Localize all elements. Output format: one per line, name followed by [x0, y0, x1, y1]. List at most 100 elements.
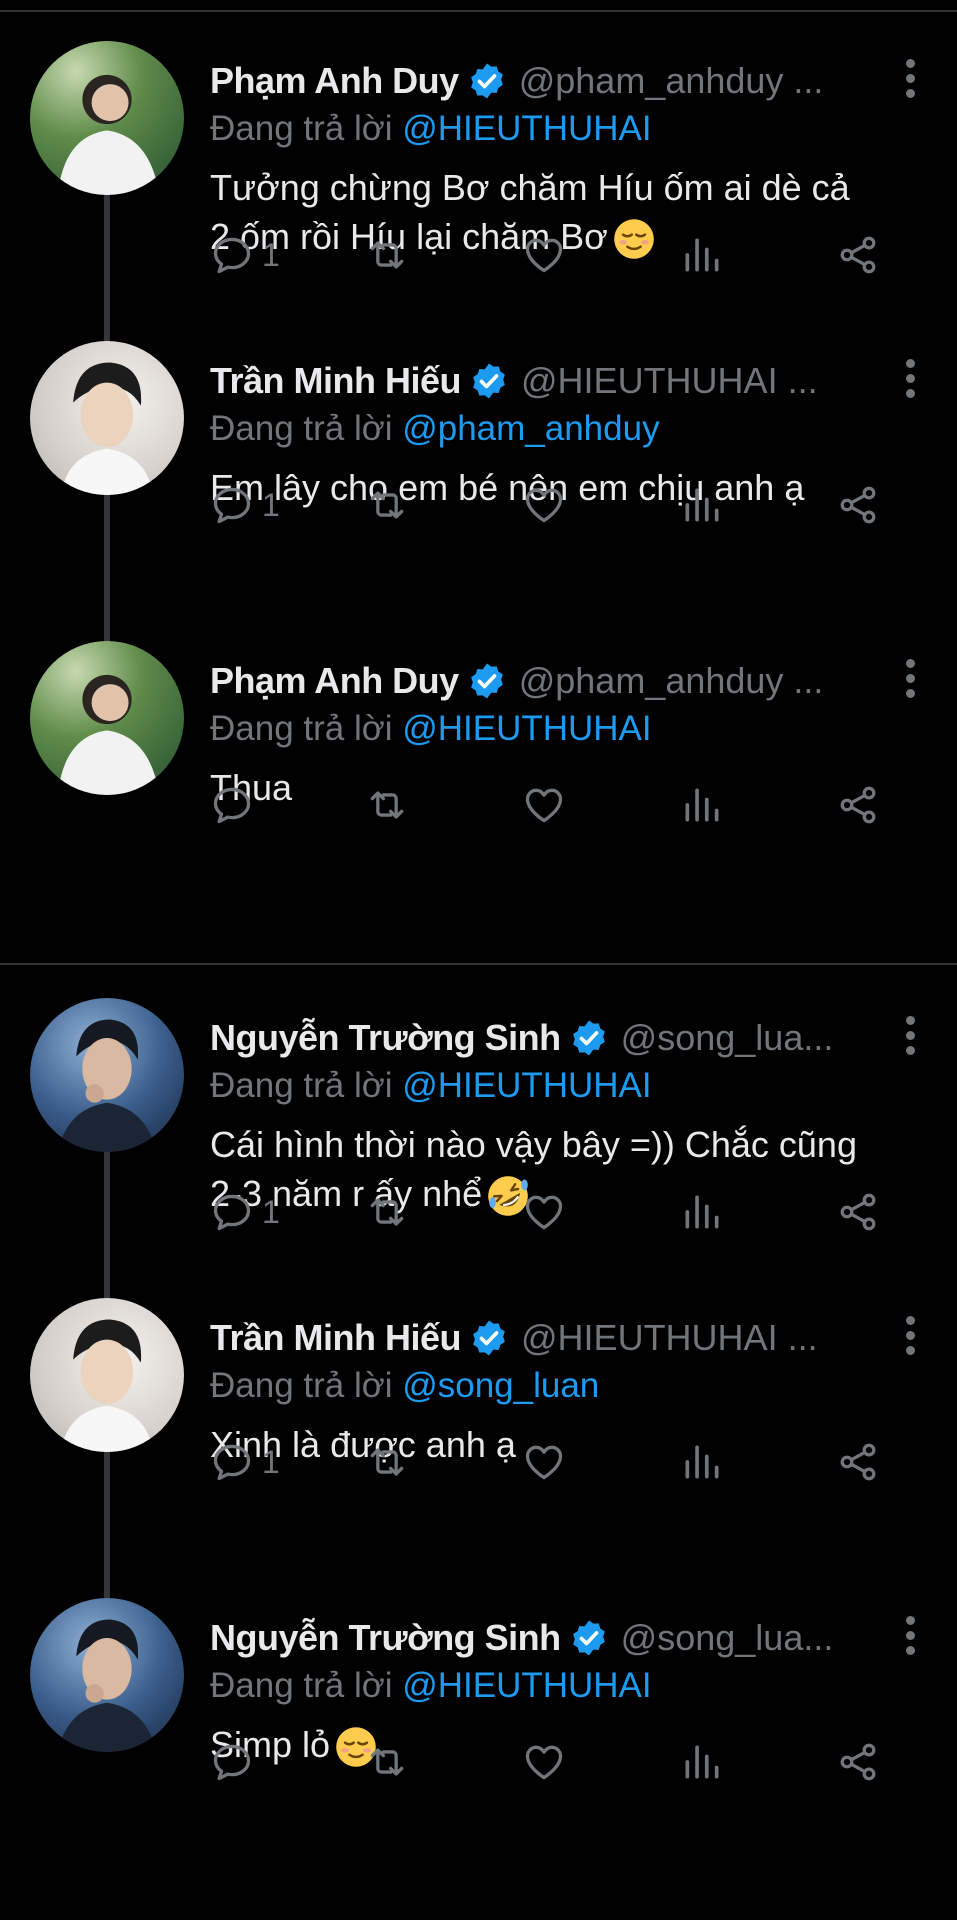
- tweet[interactable]: Phạm Anh Duy @pham_anhduy ... Đang trả l…: [0, 15, 957, 315]
- share-button[interactable]: [836, 1182, 880, 1242]
- avatar[interactable]: [30, 341, 184, 495]
- tweet-text-line: Cái hình thời nào vậy bây =)) Chắc cũng: [210, 1124, 857, 1165]
- verified-badge-icon: [473, 1320, 505, 1356]
- share-button[interactable]: [836, 1432, 880, 1492]
- analytics-button[interactable]: [680, 225, 724, 285]
- tweet[interactable]: Trần Minh Hiếu @HIEUTHUHAI ... Đang trả …: [0, 1272, 957, 1572]
- verified-badge-icon: [572, 1020, 605, 1056]
- bar-chart-icon: [685, 1745, 719, 1779]
- replying-to-prefix: Đang trả lời: [210, 409, 403, 448]
- like-button[interactable]: [522, 225, 566, 285]
- retweet-icon: [370, 791, 404, 819]
- retweet-button[interactable]: [365, 1182, 409, 1242]
- tweet[interactable]: Nguyễn Trường Sinh @song_lua... Đang trả…: [0, 972, 957, 1272]
- avatar[interactable]: [30, 1298, 184, 1452]
- replying-to-prefix: Đang trả lời: [210, 109, 403, 148]
- like-button[interactable]: [522, 1182, 566, 1242]
- avatar[interactable]: [30, 998, 184, 1152]
- replying-to-prefix: Đang trả lời: [210, 1366, 403, 1405]
- author-name[interactable]: Trần Minh Hiếu: [210, 360, 462, 402]
- reply-button[interactable]: 1: [210, 1432, 280, 1492]
- bar-chart-icon: [685, 788, 719, 822]
- more-options-icon[interactable]: [903, 659, 917, 703]
- analytics-button[interactable]: [680, 475, 724, 535]
- like-button[interactable]: [522, 1732, 566, 1792]
- tweet-actions: [210, 1732, 910, 1792]
- reply-icon: [213, 1194, 251, 1231]
- retweet-button[interactable]: [365, 475, 409, 535]
- analytics-button[interactable]: [680, 775, 724, 835]
- analytics-button[interactable]: [680, 1732, 724, 1792]
- bar-chart-icon: [685, 238, 719, 272]
- tweet[interactable]: Trần Minh Hiếu @HIEUTHUHAI ... Đang trả …: [0, 315, 957, 615]
- analytics-button[interactable]: [680, 1182, 724, 1242]
- reply-button[interactable]: 1: [210, 475, 280, 535]
- more-options-icon[interactable]: [903, 359, 917, 403]
- reply-icon: [213, 787, 251, 824]
- reply-button[interactable]: [210, 775, 262, 835]
- tweet-actions: 1: [210, 475, 910, 535]
- author-name[interactable]: Nguyễn Trường Sinh: [210, 1617, 561, 1659]
- reply-button[interactable]: 1: [210, 225, 280, 285]
- mention-link[interactable]: @HIEUTHUHAI: [402, 1066, 651, 1105]
- tweet-actions: 1: [210, 225, 910, 285]
- heart-icon: [525, 488, 563, 523]
- mention-link[interactable]: @song_luan: [402, 1366, 599, 1405]
- retweet-button[interactable]: [365, 1432, 409, 1492]
- retweet-icon: [370, 1198, 404, 1226]
- heart-icon: [525, 1745, 563, 1780]
- verified-badge-icon: [470, 63, 503, 99]
- like-button[interactable]: [522, 775, 566, 835]
- author-name[interactable]: Trần Minh Hiếu: [210, 1317, 462, 1359]
- retweet-button[interactable]: [365, 775, 409, 835]
- reply-button[interactable]: [210, 1732, 262, 1792]
- tweet-text-line: Tưởng chừng Bơ chăm Híu ốm ai dè cả: [210, 167, 850, 208]
- author-name[interactable]: Nguyễn Trường Sinh: [210, 1017, 561, 1059]
- verified-badge-icon: [470, 663, 503, 699]
- more-options-icon[interactable]: [903, 1616, 917, 1660]
- bar-chart-icon: [685, 488, 719, 522]
- share-button[interactable]: [836, 1732, 880, 1792]
- bar-chart-icon: [685, 1195, 719, 1229]
- retweet-button[interactable]: [365, 1732, 409, 1792]
- share-icon: [840, 486, 876, 524]
- reply-count: 1: [262, 486, 280, 523]
- retweet-button[interactable]: [365, 225, 409, 285]
- author-name[interactable]: Phạm Anh Duy: [210, 660, 459, 702]
- avatar[interactable]: [30, 41, 184, 195]
- mention-link[interactable]: @HIEUTHUHAI: [402, 709, 651, 748]
- reply-button[interactable]: 1: [210, 1182, 280, 1242]
- replying-to-prefix: Đang trả lời: [210, 1066, 403, 1105]
- avatar[interactable]: [30, 1598, 184, 1752]
- retweet-icon: [370, 241, 404, 269]
- share-button[interactable]: [836, 775, 880, 835]
- like-button[interactable]: [522, 475, 566, 535]
- mention-link[interactable]: @pham_anhduy: [402, 409, 659, 448]
- verified-badge-icon: [473, 363, 505, 399]
- mention-link[interactable]: @HIEUTHUHAI: [402, 109, 651, 148]
- reply-icon: [213, 487, 251, 524]
- replying-to: Đang trả lời @pham_anhduy: [210, 409, 937, 449]
- author-handle: @pham_anhduy ...: [518, 660, 824, 701]
- heart-icon: [525, 238, 563, 273]
- tweet-actions: 1: [210, 1432, 910, 1492]
- tweet[interactable]: Nguyễn Trường Sinh @song_lua... Đang trả…: [0, 1572, 957, 1872]
- analytics-button[interactable]: [680, 1432, 724, 1492]
- share-button[interactable]: [836, 475, 880, 535]
- mention-link[interactable]: @HIEUTHUHAI: [402, 1666, 651, 1705]
- more-options-icon[interactable]: [903, 59, 917, 103]
- like-button[interactable]: [522, 1432, 566, 1492]
- author-handle: @pham_anhduy ...: [518, 60, 824, 101]
- more-options-icon[interactable]: [903, 1016, 917, 1060]
- conversation-divider: [0, 963, 957, 965]
- reply-icon: [213, 1444, 251, 1481]
- share-icon: [840, 1193, 876, 1231]
- retweet-icon: [370, 491, 404, 519]
- avatar[interactable]: [30, 641, 184, 795]
- author-name[interactable]: Phạm Anh Duy: [210, 60, 459, 102]
- tweet[interactable]: Phạm Anh Duy @pham_anhduy ... Đang trả l…: [0, 615, 957, 915]
- replying-to: Đang trả lời @HIEUTHUHAI: [210, 709, 937, 749]
- share-button[interactable]: [836, 225, 880, 285]
- more-options-icon[interactable]: [903, 1316, 917, 1360]
- replying-to-prefix: Đang trả lời: [210, 709, 403, 748]
